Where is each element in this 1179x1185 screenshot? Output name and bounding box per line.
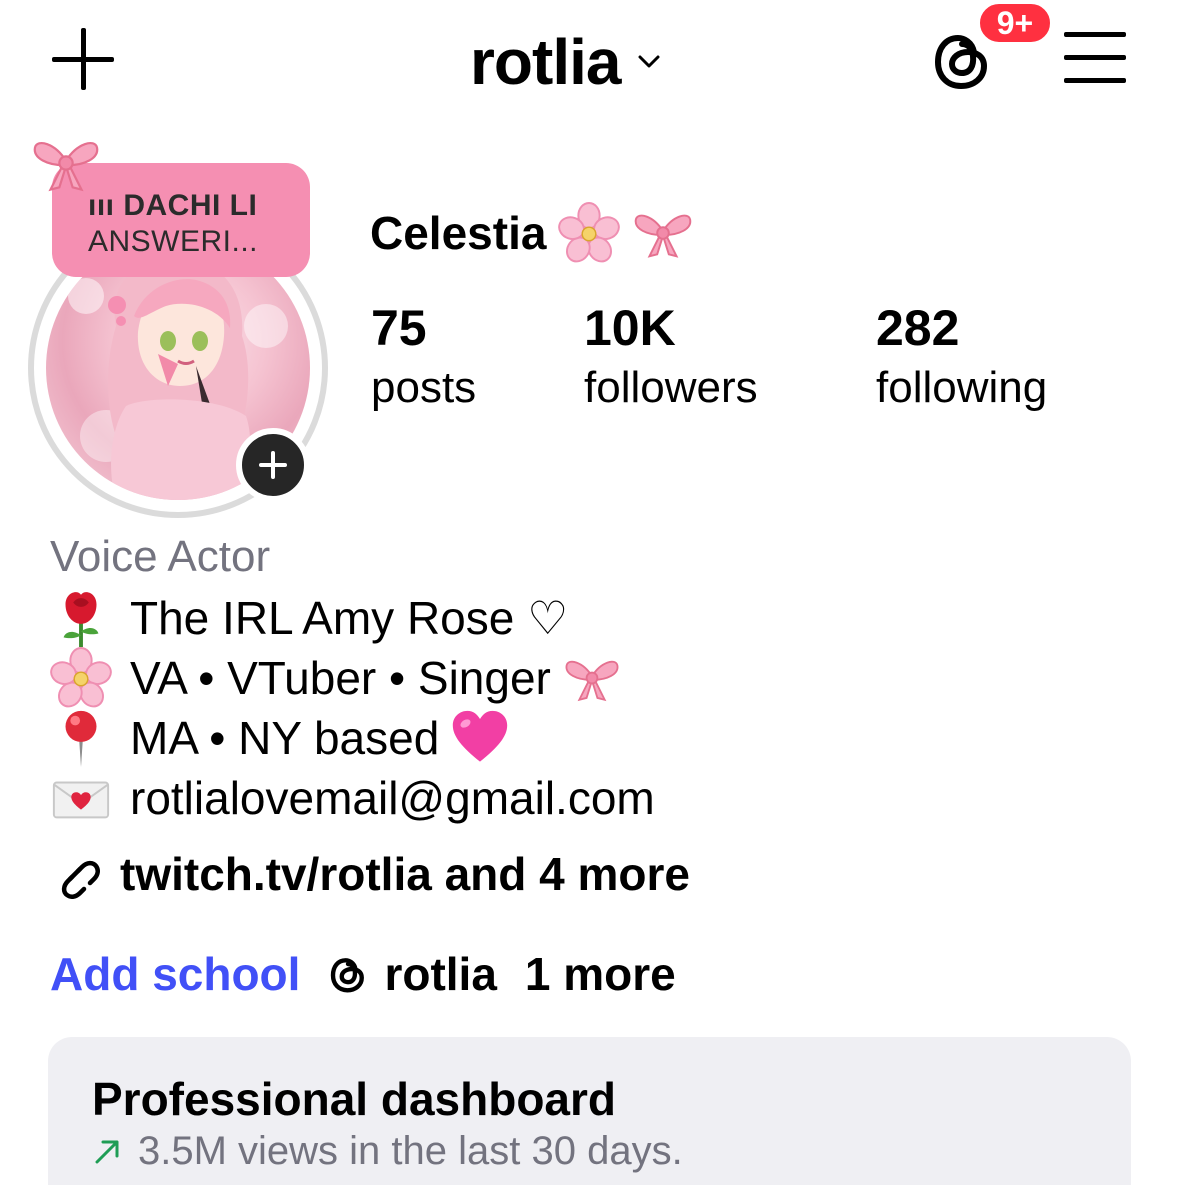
bow-icon xyxy=(632,202,694,264)
stat-posts[interactable]: 75 posts xyxy=(371,298,476,418)
pink-heart-icon xyxy=(453,710,508,762)
bio-category: Voice Actor xyxy=(50,532,271,581)
bio-line-text: The IRL Amy Rose ♡ xyxy=(130,592,569,644)
note-text-line1: ııı DACHI LI xyxy=(88,189,258,222)
note-tail-small xyxy=(116,316,126,326)
trend-up-icon xyxy=(95,1140,119,1163)
dashboard-subtitle-row: 3.5M views in the last 30 days. xyxy=(92,1129,1131,1174)
link-icon xyxy=(61,860,100,899)
stat-followers[interactable]: 10K followers xyxy=(584,298,758,418)
love-letter-icon xyxy=(52,781,110,819)
followers-count: 10K xyxy=(584,300,676,356)
dashboard-title: Professional dashboard xyxy=(92,1073,617,1125)
professional-dashboard[interactable]: Professional dashboard 3.5M views in the… xyxy=(48,1037,1131,1185)
link-text: twitch.tv/rotlia and 4 more xyxy=(120,848,690,900)
following-count: 282 xyxy=(876,300,960,356)
bio-line-text: MA • NY based xyxy=(130,712,440,764)
plus-icon xyxy=(259,451,287,479)
posts-count: 75 xyxy=(371,300,427,356)
bio-line: VA • VTuber • Singer xyxy=(50,648,621,708)
bio-line-text: VA • VTuber • Singer xyxy=(130,652,551,704)
top-bar: rotlia 9+ xyxy=(0,0,1179,120)
posts-label: posts xyxy=(371,363,477,412)
rose-icon xyxy=(63,592,99,648)
chevron-down-icon xyxy=(638,55,660,68)
note-tail xyxy=(108,296,126,314)
more-link[interactable]: 1 more xyxy=(525,947,676,1001)
threads-username[interactable]: rotlia xyxy=(384,947,496,1001)
bow-icon xyxy=(30,132,102,194)
dashboard-subtitle: 3.5M views in the last 30 days. xyxy=(138,1129,683,1173)
menu-icon[interactable] xyxy=(1064,32,1126,84)
username: rotlia xyxy=(470,26,621,98)
pushpin-icon xyxy=(65,710,97,768)
plus-icon[interactable] xyxy=(52,28,116,92)
bio-line: MA • NY based xyxy=(50,708,509,768)
add-school-link[interactable]: Add school xyxy=(50,947,300,1001)
add-story-button[interactable] xyxy=(236,428,310,502)
email-text[interactable]: rotlialovemail@gmail.com xyxy=(130,771,655,825)
display-name: Celestia xyxy=(370,207,547,259)
bio-line: rotlialovemail@gmail.com xyxy=(50,768,655,828)
bio-line: The IRL Amy Rose ♡ xyxy=(50,588,568,648)
followers-label: followers xyxy=(584,363,758,412)
following-label: following xyxy=(876,363,1048,412)
stat-following[interactable]: 282 following xyxy=(876,298,1047,418)
external-links[interactable]: twitch.tv/rotlia and 4 more xyxy=(50,844,690,904)
note-text-line2: ANSWERI... xyxy=(88,225,259,258)
threads-icon[interactable] xyxy=(328,954,368,994)
cherry-blossom-icon xyxy=(558,202,620,264)
profile-meta-row: Add school rotlia 1 more xyxy=(50,944,676,1004)
display-name-row: Celestia xyxy=(370,198,694,268)
bow-icon xyxy=(563,649,621,707)
cherry-blossom-icon xyxy=(50,647,112,709)
notification-badge: 9+ xyxy=(976,0,1054,46)
account-switcher[interactable]: rotlia xyxy=(470,22,660,102)
